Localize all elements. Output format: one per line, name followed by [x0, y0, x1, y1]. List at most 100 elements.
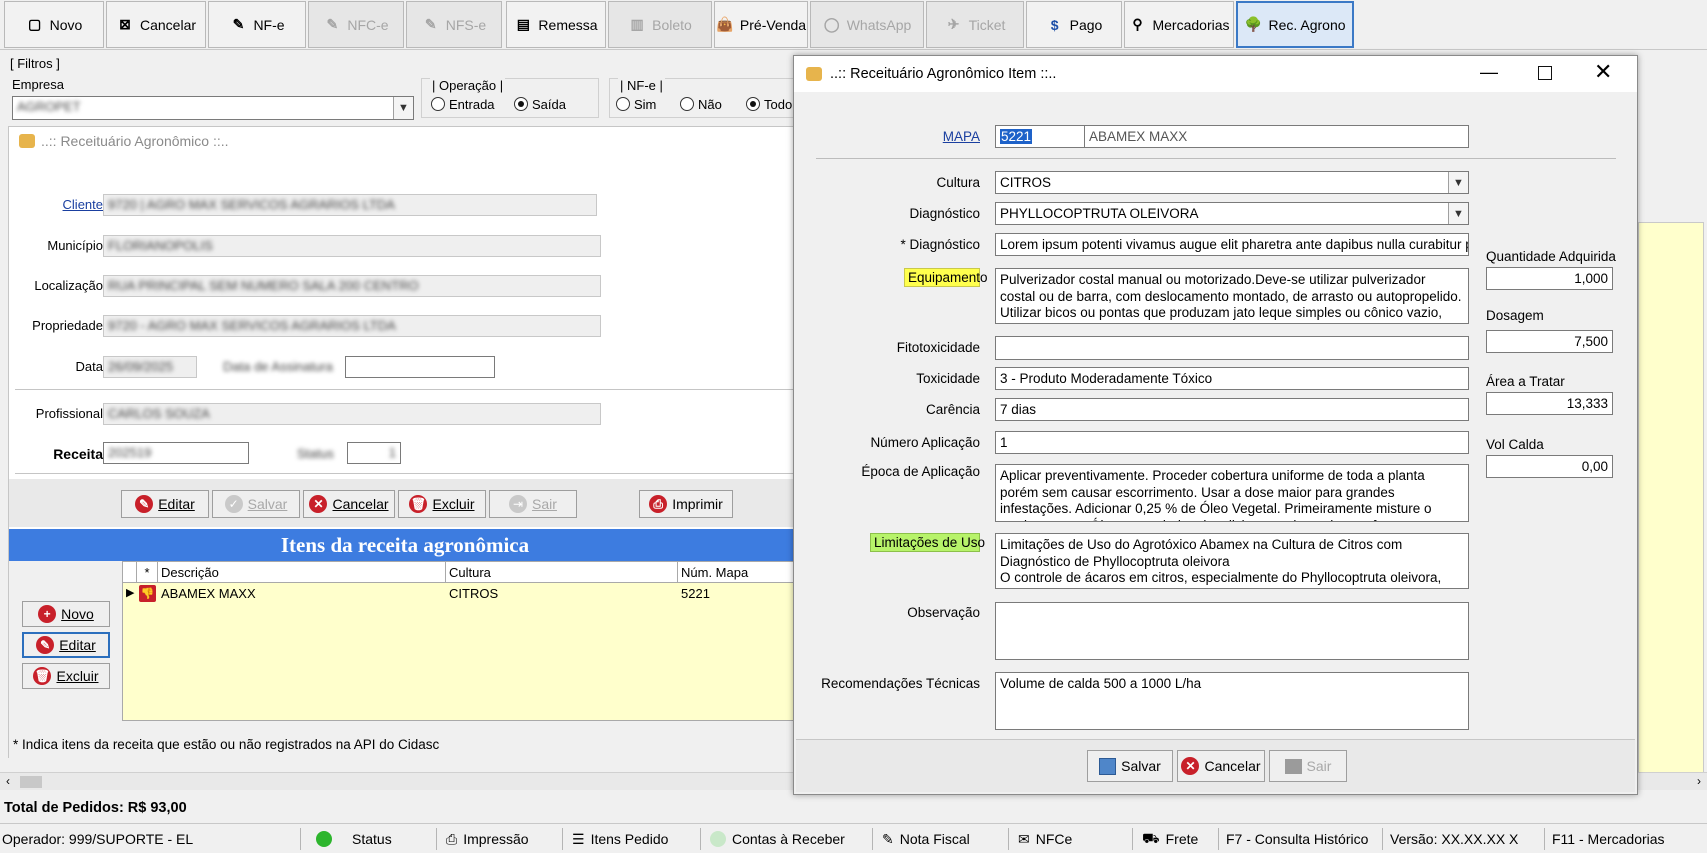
toolbar-button-remessa[interactable]: ▤ Remessa	[506, 1, 606, 48]
cancelar-button[interactable]: ✕ Cancelar	[303, 490, 395, 518]
epoca-aplicacao-memo[interactable]: Aplicar preventivamente. Proceder cobert…	[995, 464, 1469, 522]
radio-entrada[interactable]: Entrada	[431, 97, 495, 112]
status-green-icon	[316, 831, 332, 847]
f7-historico[interactable]: F7 - Consulta Histórico	[1226, 828, 1368, 850]
qtd-adquirida-field[interactable]: 1,000	[1486, 267, 1613, 290]
radio-saida[interactable]: Saída	[514, 97, 566, 112]
scroll-right-icon[interactable]: ›	[1697, 774, 1701, 788]
toolbar-button-cancelar[interactable]: ⊠ Cancelar	[106, 1, 206, 48]
toolbar-button-pago[interactable]: $ Pago	[1026, 1, 1122, 48]
chevron-down-icon[interactable]: ▼	[1448, 203, 1468, 224]
excluir-button[interactable]: 🗑 Excluir	[398, 490, 486, 518]
data-assinatura-field[interactable]	[345, 356, 495, 378]
impressao-panel[interactable]: ⎙ Impressão	[446, 828, 529, 850]
recomendacoes-memo[interactable]: Volume de calda 500 a 1000 L/ha	[995, 672, 1469, 730]
item-editar-label: Editar	[59, 637, 96, 653]
cultura-select[interactable]: CITROS ▼	[995, 171, 1469, 194]
item-editar-button[interactable]: ✎ Editar	[22, 632, 110, 658]
localizacao-field[interactable]: RUA PRINCIPAL SEM NUMERO SALA 200 CENTRO	[103, 275, 601, 297]
cliente-field[interactable]: 9720 | AGRO MAX SERVICOS AGRARIOS LTDA	[103, 194, 597, 216]
toolbar-button-ticket[interactable]: ✈ Ticket	[926, 1, 1024, 48]
numero-aplicacao-field[interactable]: 1	[995, 431, 1469, 454]
equipamento-memo[interactable]: Pulverizador costal manual ou motorizado…	[995, 268, 1469, 324]
empresa-select[interactable]: AGROPET ▼	[12, 96, 414, 120]
toolbar-button-novo[interactable]: ▢ Novo	[4, 1, 104, 48]
toolbar-button-nfc-e[interactable]: ✎ NFC-e	[308, 1, 404, 48]
items-grid[interactable]: * Descrição Cultura Núm. Mapa ▶ 👎 ABAMEX…	[122, 561, 802, 721]
close-icon[interactable]: ✕	[1594, 59, 1612, 85]
toolbar-button-mercadorias[interactable]: ⚲ Mercadorias	[1124, 1, 1234, 48]
dialog-sair-button[interactable]: Sair	[1269, 750, 1347, 782]
toolbar-button-nfs-e[interactable]: ✎ NFS-e	[406, 1, 502, 48]
municipio-value: FLORIANOPOLIS	[108, 238, 213, 253]
toolbar-button-whatsapp[interactable]: ◯ WhatsApp	[810, 1, 924, 48]
profissional-field[interactable]: CARLOS SOUZA	[103, 403, 601, 425]
table-row[interactable]: ▶ 👎 ABAMEX MAXX CITROS 5221	[123, 583, 802, 605]
contas-receber-panel[interactable]: Contas à Receber	[710, 828, 845, 850]
itens-pedido-panel[interactable]: ☰ Itens Pedido	[572, 828, 668, 850]
chevron-down-icon[interactable]: ▼	[1448, 172, 1468, 193]
limitacoes-memo[interactable]: Limitações de Uso do Agrotóxico Abamex n…	[995, 533, 1469, 589]
dialog-salvar-button[interactable]: Salvar	[1087, 750, 1173, 782]
municipio-field[interactable]: FLORIANOPOLIS	[103, 235, 601, 257]
dialog-cancelar-button[interactable]: ✕ Cancelar	[1177, 750, 1265, 782]
f11-mercadorias[interactable]: F11 - Mercadorias	[1552, 828, 1665, 850]
diagnostico-text-field[interactable]: Lorem ipsum potenti vivamus augue elit p…	[995, 233, 1469, 256]
radio-nfe-todos[interactable]: Todos	[746, 97, 792, 112]
receita-field[interactable]: 202519	[103, 442, 249, 464]
data-field[interactable]: 26/09/2025	[103, 356, 197, 378]
toolbar-button-nf-e[interactable]: ✎ NF-e	[208, 1, 306, 48]
toolbar-button-rec-agrono[interactable]: 🌳 Rec. Agrono	[1236, 1, 1354, 48]
limitacoes-label[interactable]: Limitações de Uso	[870, 533, 985, 552]
editar-button-label: Editar	[158, 496, 195, 512]
frete-panel[interactable]: ⛟ Frete	[1142, 828, 1198, 850]
equipamento-label[interactable]: Equipamento	[904, 268, 988, 287]
item-novo-button[interactable]: + Novo	[22, 601, 110, 627]
recomendacoes-label: Recomendações Técnicas	[821, 676, 980, 691]
toolbar-button-boleto[interactable]: ▥ Boleto	[608, 1, 712, 48]
main-toolbar: ▢ Novo ⊠ Cancelar ✎ NF-e ✎ NFC-e ✎ NFS-e ▤ Remessa ▥…	[0, 0, 1707, 50]
imprimir-button[interactable]: ⎙ Imprimir	[639, 490, 733, 518]
toxicidade-field[interactable]: 3 - Produto Moderadamente Tóxico	[995, 367, 1469, 390]
grid-col-cultura[interactable]: Cultura	[449, 565, 491, 580]
dosagem-field[interactable]: 7,500	[1486, 330, 1613, 353]
radio-nfe-sim[interactable]: Sim	[616, 97, 656, 112]
radio-nfe-nao[interactable]: Não	[680, 97, 722, 112]
vol-calda-field[interactable]: 0,00	[1486, 455, 1613, 478]
diagnostico-select[interactable]: PHYLLOCOPTRUTA OLEIVORA ▼	[995, 202, 1469, 225]
chevron-down-icon[interactable]: ▼	[393, 97, 413, 119]
maximize-icon[interactable]	[1538, 66, 1552, 80]
minimize-icon[interactable]: —	[1480, 62, 1498, 83]
cliente-value: 9720 | AGRO MAX SERVICOS AGRARIOS LTDA	[108, 197, 395, 212]
scroll-thumb[interactable]	[20, 776, 42, 788]
receita-status-field[interactable]: 1	[347, 442, 401, 464]
app-icon	[806, 67, 822, 81]
mapa-name-field[interactable]: ABAMEX MAXX	[1084, 125, 1469, 148]
sair-button-label: Sair	[532, 496, 557, 512]
cliente-link[interactable]: Cliente	[53, 197, 103, 212]
grid-col-mapa[interactable]: Núm. Mapa	[681, 565, 748, 580]
toolbar-button-pr-venda[interactable]: 👜 Pré-Venda	[714, 1, 808, 48]
carencia-field[interactable]: 7 dias	[995, 398, 1469, 421]
nota-fiscal-panel[interactable]: ✎ Nota Fiscal	[882, 828, 970, 850]
scroll-left-icon[interactable]: ‹	[6, 774, 10, 788]
item-excluir-button[interactable]: 🗑 Excluir	[22, 663, 110, 689]
fitotoxicidade-field[interactable]	[995, 336, 1469, 360]
nfce-text: NFCe	[1035, 831, 1073, 847]
pencil-icon: ✎	[36, 636, 55, 654]
mapa-link[interactable]: MAPA	[874, 129, 980, 144]
mapa-code-field[interactable]: 5221	[995, 125, 1085, 148]
area-tratar-field[interactable]: 13,333	[1486, 392, 1613, 415]
salvar-button[interactable]: ✓ Salvar	[212, 490, 300, 518]
propriedade-field[interactable]: 9720 - AGRO MAX SERVICOS AGRARIOS LTDA	[103, 315, 601, 337]
grid-col-descricao[interactable]: Descrição	[161, 565, 219, 580]
status-panel[interactable]: Status	[316, 828, 392, 850]
thumbs-down-icon: 👎	[139, 585, 156, 602]
grid-col-flag[interactable]: *	[137, 565, 157, 580]
search-icon: ⚲	[1132, 16, 1143, 32]
sair-button[interactable]: ⇥ Sair	[489, 490, 577, 518]
observacao-memo[interactable]	[995, 602, 1469, 660]
editar-button[interactable]: ✎ Editar	[121, 490, 209, 518]
diagnostico-text-value: Lorem ipsum potenti vivamus augue elit p…	[1000, 237, 1469, 252]
nfce-panel[interactable]: ✉ NFCe	[1018, 828, 1072, 850]
